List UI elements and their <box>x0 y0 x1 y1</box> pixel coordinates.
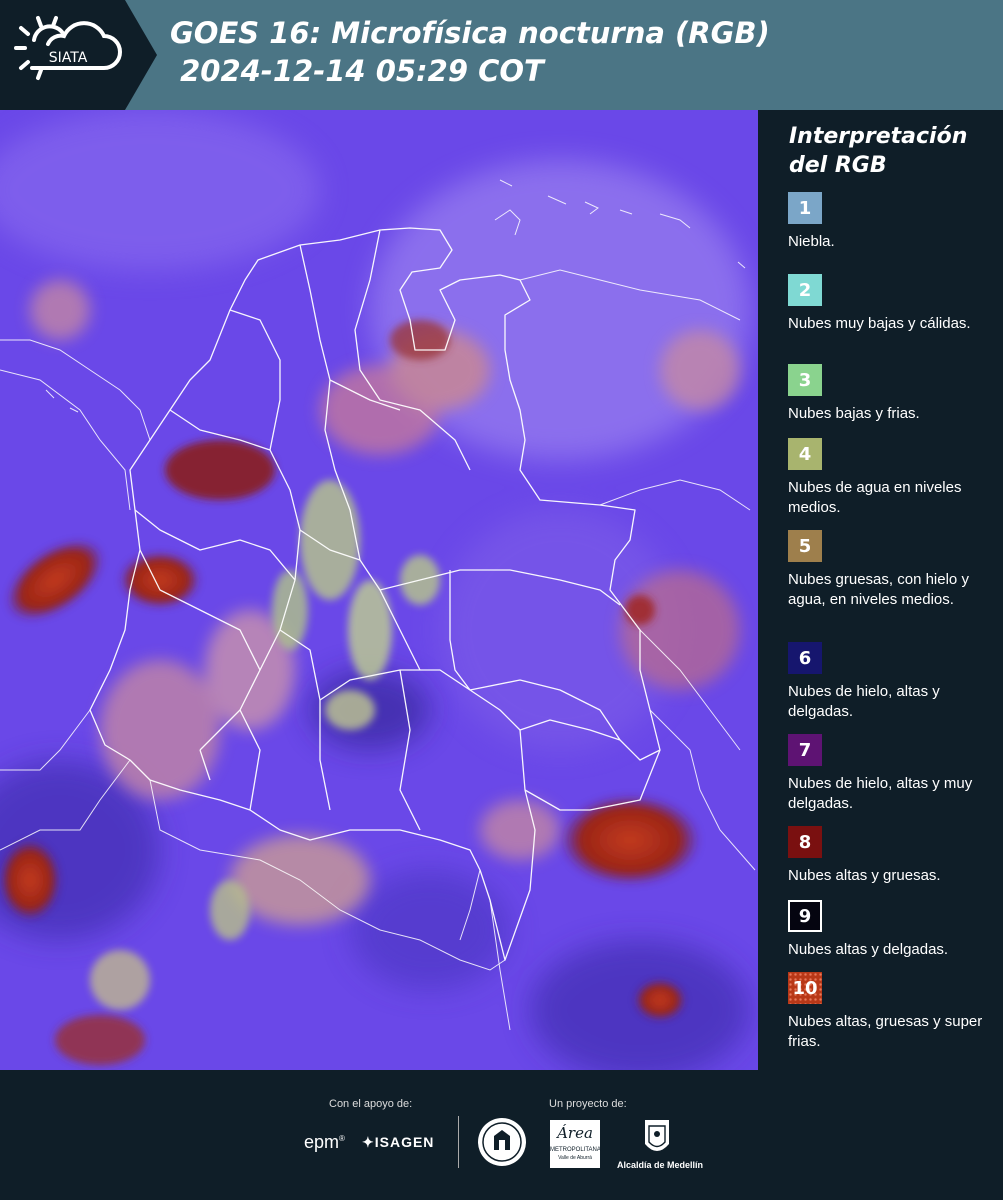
legend-swatch-6: 6 <box>788 642 822 674</box>
legend-swatch-4: 4 <box>788 438 822 470</box>
legend-swatch-10: 10 <box>788 972 822 1004</box>
university-seal-icon[interactable] <box>476 1116 528 1168</box>
title-line-1: GOES 16: Microfísica nocturna (RGB) <box>170 16 770 50</box>
page-title: GOES 16: Microfísica nocturna (RGB) 2024… <box>170 14 770 90</box>
legend-swatch-3: 3 <box>788 364 822 396</box>
area-metropolitana-logo[interactable]: Área METROPOLITANA Valle de Aburrá <box>550 1120 601 1168</box>
legend-item-3: 3 Nubes bajas y frias. <box>788 364 993 424</box>
legend-swatch-7: 7 <box>788 734 822 766</box>
title-line-2: 2024-12-14 05:29 COT <box>170 54 544 88</box>
support-label: Con el apoyo de: <box>329 1098 413 1110</box>
legend-swatch-2: 2 <box>788 274 822 306</box>
isagen-text: ISAGEN <box>374 1134 435 1150</box>
isagen-mark-icon: ✦ <box>362 1134 375 1150</box>
legend-item-1: 1 Niebla. <box>788 192 993 252</box>
siata-logo-icon[interactable]: SIATA <box>12 10 127 100</box>
legend-item-2: 2 Nubes muy bajas y cálidas. <box>788 274 993 334</box>
legend-label-2: Nubes muy bajas y cálidas. <box>788 315 971 332</box>
legend-label-5: Nubes gruesas, con hielo y agua, en nive… <box>788 571 969 608</box>
legend-label-3: Nubes bajas y frias. <box>788 405 920 422</box>
legend-label-6: Nubes de hielo, altas y delgadas. <box>788 683 940 720</box>
logo-text: SIATA <box>49 50 88 66</box>
footer-bar: Con el apoyo de: Un proyecto de: epm® ✦I… <box>0 1070 1003 1200</box>
legend-label-10: Nubes altas, gruesas y super frias. <box>788 1013 983 1050</box>
rgb-satellite-image <box>0 110 758 1070</box>
legend-swatch-1: 1 <box>788 192 822 224</box>
legend-item-6: 6 Nubes de hielo, altas y delgadas. <box>788 642 993 722</box>
legend-title: Interpretación del RGB <box>789 124 968 178</box>
area-logo-sub: METROPOLITANA <box>550 1147 601 1153</box>
footer-divider <box>458 1116 459 1168</box>
legend-label-4: Nubes de agua en niveles medios. <box>788 479 962 516</box>
header-bar: SIATA GOES 16: Microfísica nocturna (RGB… <box>0 0 1003 110</box>
area-logo-text: Área <box>557 1124 593 1142</box>
legend-item-10: 10 Nubes altas, gruesas y super frias. <box>788 972 993 1052</box>
legend-panel: Interpretación del RGB 1 Niebla. 2 Nubes… <box>758 110 1003 1070</box>
legend-swatch-8: 8 <box>788 826 822 858</box>
alcaldia-shield-icon[interactable] <box>643 1118 671 1158</box>
legend-swatch-5: 5 <box>788 530 822 562</box>
satellite-map[interactable] <box>0 110 758 1070</box>
legend-label-8: Nubes altas y gruesas. <box>788 867 941 884</box>
isagen-logo[interactable]: ✦ISAGEN <box>362 1134 434 1151</box>
legend-item-5: 5 Nubes gruesas, con hielo y agua, en ni… <box>788 530 993 610</box>
alcaldia-text: Alcaldía de Medellín <box>616 1160 704 1170</box>
legend-swatch-9: 9 <box>788 900 822 932</box>
legend-item-8: 8 Nubes altas y gruesas. <box>788 826 993 886</box>
area-logo-sub2: Valle de Aburrá <box>558 1155 592 1161</box>
legend-item-4: 4 Nubes de agua en niveles medios. <box>788 438 993 518</box>
legend-label-9: Nubes altas y delgadas. <box>788 941 949 958</box>
epm-logo[interactable]: epm® <box>304 1132 345 1153</box>
epm-text: epm <box>304 1132 340 1152</box>
legend-label-1: Niebla. <box>788 233 835 250</box>
legend-item-7: 7 Nubes de hielo, altas y muy delgadas. <box>788 734 993 814</box>
legend-label-7: Nubes de hielo, altas y muy delgadas. <box>788 775 973 812</box>
project-label: Un proyecto de: <box>549 1098 627 1110</box>
legend-item-9: 9 Nubes altas y delgadas. <box>788 900 993 960</box>
logo-arrow-shape <box>125 0 157 110</box>
